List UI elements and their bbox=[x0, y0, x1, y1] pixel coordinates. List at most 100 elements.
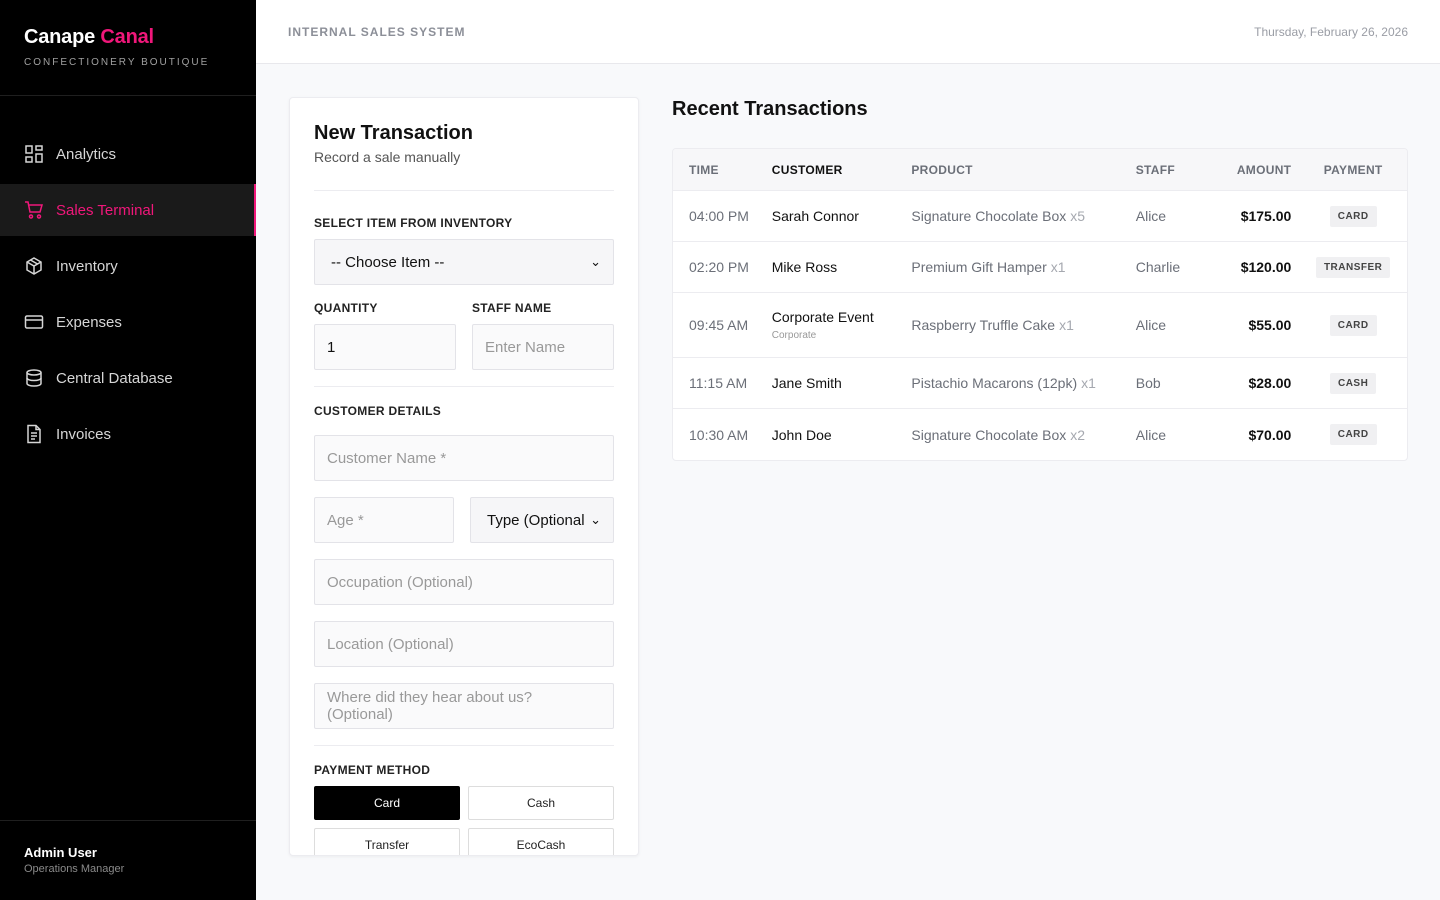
cell-time: 04:00 PM bbox=[689, 208, 749, 224]
payment-method-label: PAYMENT METHOD bbox=[314, 763, 431, 777]
user-profile[interactable]: Admin User Operations Manager bbox=[0, 820, 256, 900]
cell-staff: Alice bbox=[1135, 317, 1167, 333]
staff-name-input[interactable]: Enter Name bbox=[472, 324, 614, 370]
sidebar-item-label: Central Database bbox=[56, 369, 173, 387]
new-transaction-panel: New Transaction Record a sale manually S… bbox=[289, 97, 639, 856]
product-qty: x5 bbox=[1070, 208, 1086, 224]
sidebar-item-label: Sales Terminal bbox=[56, 201, 155, 219]
grid-icon bbox=[25, 145, 43, 163]
cell-customer: Sarah Connor bbox=[771, 208, 859, 224]
divider bbox=[314, 386, 614, 387]
card-icon bbox=[24, 315, 44, 329]
form-title: New Transaction bbox=[314, 122, 473, 144]
table-row[interactable]: 02:20 PM Mike Ross Premium Gift Hamper x1… bbox=[673, 242, 1407, 293]
payment-transfer-button[interactable]: Transfer bbox=[314, 828, 460, 855]
page-title: INTERNAL SALES SYSTEM bbox=[288, 24, 466, 39]
column-header: TIME bbox=[689, 162, 719, 177]
divider bbox=[314, 190, 614, 191]
cell-staff: Alice bbox=[1135, 208, 1167, 224]
form-subtitle: Record a sale manually bbox=[314, 149, 461, 165]
customer-details-label: CUSTOMER DETAILS bbox=[314, 404, 442, 418]
cell-staff: Bob bbox=[1135, 375, 1161, 391]
age-input[interactable]: Age * bbox=[314, 497, 454, 543]
sidebar-item-label: Inventory bbox=[56, 257, 118, 275]
product-qty: x2 bbox=[1070, 426, 1086, 443]
payment-badge: CARD bbox=[1329, 314, 1377, 336]
customer-name: Corporate Event bbox=[771, 309, 874, 325]
payment-badge: CASH bbox=[1329, 372, 1377, 394]
payment-badge: CARD bbox=[1329, 205, 1377, 227]
customer-type-select[interactable]: Type (Optional ⌄ bbox=[470, 497, 614, 543]
brand-accent: Canal bbox=[100, 26, 154, 48]
item-select[interactable]: -- Choose Item -- ⌄ bbox=[314, 239, 614, 285]
chevron-down-icon: ⌄ bbox=[590, 254, 601, 269]
cell-payment: CARD bbox=[1299, 205, 1407, 227]
column-header: AMOUNT bbox=[1236, 162, 1292, 177]
customer-name-input[interactable]: Customer Name * bbox=[314, 435, 614, 481]
product-name: Signature Chocolate Box bbox=[911, 208, 1067, 224]
cell-time: 10:30 AM bbox=[689, 426, 749, 443]
cell-product: Premium Gift Hamper x1 bbox=[911, 259, 1135, 275]
cell-customer: Mike Ross bbox=[771, 259, 838, 275]
cart-icon bbox=[25, 201, 43, 219]
transactions-table: TIME CUSTOMER PRODUCT STAFF AMOUNT PAYME… bbox=[672, 148, 1408, 461]
top-header: INTERNAL SALES SYSTEM Thursday, February… bbox=[256, 0, 1440, 64]
cell-product: Pistachio Macarons (12pk) x1 bbox=[911, 375, 1135, 391]
cell-amount: $175.00 bbox=[1240, 208, 1292, 224]
payment-badge: TRANSFER bbox=[1315, 256, 1391, 278]
quantity-input[interactable]: 1 bbox=[314, 324, 456, 370]
cell-payment: CARD bbox=[1299, 314, 1407, 336]
cell-customer: Jane Smith bbox=[771, 375, 842, 391]
current-date: Thursday, February 26, 2026 bbox=[1254, 24, 1408, 39]
cell-time: 09:45 AM bbox=[689, 317, 749, 333]
sidebar-item-analytics[interactable]: Analytics bbox=[0, 128, 256, 180]
sidebar-item-label: Invoices bbox=[56, 425, 112, 443]
cell-staff: Alice bbox=[1135, 426, 1167, 443]
product-name: Signature Chocolate Box bbox=[911, 426, 1067, 443]
sidebar-item-sales-terminal[interactable]: Sales Terminal bbox=[0, 184, 256, 236]
cell-amount: $55.00 bbox=[1248, 317, 1292, 333]
database-icon bbox=[26, 369, 42, 387]
sidebar-item-expenses[interactable]: Expenses bbox=[0, 296, 256, 348]
column-header: PRODUCT bbox=[911, 162, 973, 177]
user-role: Operations Manager bbox=[24, 863, 125, 875]
cell-staff: Charlie bbox=[1135, 259, 1181, 275]
payment-card-button[interactable]: Card bbox=[314, 786, 460, 820]
table-row[interactable]: 10:30 AM John Doe Signature Chocolate Bo… bbox=[673, 409, 1407, 460]
table-row[interactable]: 04:00 PM Sarah Connor Signature Chocolat… bbox=[673, 191, 1407, 242]
sidebar-item-label: Expenses bbox=[56, 313, 122, 331]
product-qty: x1 bbox=[1050, 259, 1066, 275]
payment-cash-button[interactable]: Cash bbox=[468, 786, 614, 820]
chevron-down-icon: ⌄ bbox=[590, 512, 601, 527]
sidebar-item-label: Analytics bbox=[56, 145, 117, 163]
product-name: Premium Gift Hamper bbox=[911, 259, 1047, 275]
table-row[interactable]: 11:15 AM Jane Smith Pistachio Macarons (… bbox=[673, 358, 1407, 409]
cell-product: Signature Chocolate Box x5 bbox=[911, 208, 1135, 224]
staff-name-label: STAFF NAME bbox=[472, 301, 552, 315]
sidebar-item-invoices[interactable]: Invoices bbox=[0, 408, 256, 460]
cell-amount: $70.00 bbox=[1248, 426, 1292, 443]
product-name: Pistachio Macarons (12pk) bbox=[911, 375, 1078, 391]
cell-customer: Corporate Event Corporate bbox=[772, 309, 912, 341]
user-name: Admin User bbox=[24, 845, 97, 860]
sidebar-item-central-database[interactable]: Central Database bbox=[0, 352, 256, 404]
cell-payment: CASH bbox=[1299, 372, 1407, 394]
payment-ecocash-button[interactable]: EcoCash bbox=[468, 828, 614, 855]
item-select-value: -- Choose Item -- bbox=[331, 253, 445, 271]
sidebar-item-inventory[interactable]: Inventory bbox=[0, 240, 256, 292]
product-qty: x1 bbox=[1081, 375, 1096, 391]
location-input[interactable]: Location (Optional) bbox=[314, 621, 614, 667]
brand-logo[interactable]: Canape Canal bbox=[24, 26, 232, 49]
cell-time: 02:20 PM bbox=[689, 259, 749, 275]
table-header: TIME CUSTOMER PRODUCT STAFF AMOUNT PAYME… bbox=[673, 149, 1407, 191]
brand-tagline: CONFECTIONERY BOUTIQUE bbox=[24, 57, 210, 68]
item-select-label: SELECT ITEM FROM INVENTORY bbox=[314, 216, 513, 230]
occupation-input[interactable]: Occupation (Optional) bbox=[314, 559, 614, 605]
cell-time: 11:15 AM bbox=[689, 375, 748, 391]
brand: Canape Canal CONFECTIONERY BOUTIQUE bbox=[0, 0, 256, 96]
customer-type: Corporate bbox=[771, 330, 817, 341]
document-icon bbox=[27, 424, 41, 444]
quantity-label: QUANTITY bbox=[314, 301, 378, 315]
referral-input[interactable]: Where did they hear about us? (Optional) bbox=[314, 683, 614, 729]
table-row[interactable]: 09:45 AM Corporate Event Corporate Raspb… bbox=[673, 293, 1407, 358]
